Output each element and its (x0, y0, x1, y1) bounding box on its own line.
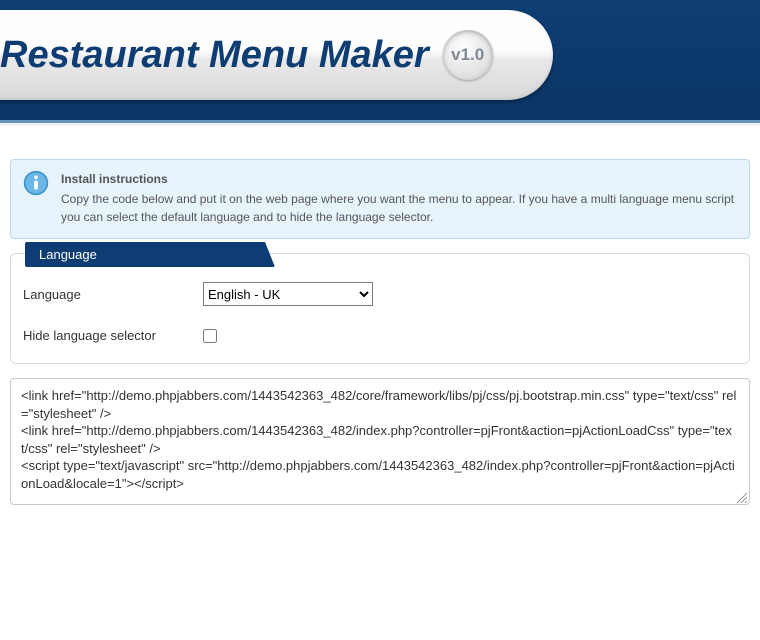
language-label: Language (23, 287, 203, 302)
header-bar: Restaurant Menu Maker v1.0 (0, 0, 760, 123)
install-code-box[interactable]: <link href="http://demo.phpjabbers.com/1… (10, 378, 750, 505)
hide-selector-row: Hide language selector (23, 328, 737, 343)
language-select[interactable]: English - UK (203, 282, 373, 306)
install-code-text[interactable]: <link href="http://demo.phpjabbers.com/1… (21, 387, 739, 492)
app-title: Restaurant Menu Maker (0, 34, 429, 77)
info-icon (23, 170, 49, 226)
language-fieldset: Language Language English - UK Hide lang… (10, 253, 750, 364)
hide-selector-label: Hide language selector (23, 328, 203, 343)
resize-grip-icon[interactable] (735, 490, 747, 502)
content-area: Install instructions Copy the code below… (0, 123, 760, 505)
info-body: Copy the code below and put it on the we… (61, 192, 734, 224)
language-row: Language English - UK (23, 282, 737, 306)
title-plate: Restaurant Menu Maker v1.0 (0, 10, 553, 100)
version-badge: v1.0 (443, 30, 493, 80)
install-instructions-text: Install instructions Copy the code below… (61, 170, 737, 226)
hide-selector-checkbox[interactable] (203, 329, 217, 343)
install-instructions-panel: Install instructions Copy the code below… (10, 159, 750, 239)
info-title: Install instructions (61, 170, 737, 188)
fieldset-legend: Language (25, 242, 275, 267)
